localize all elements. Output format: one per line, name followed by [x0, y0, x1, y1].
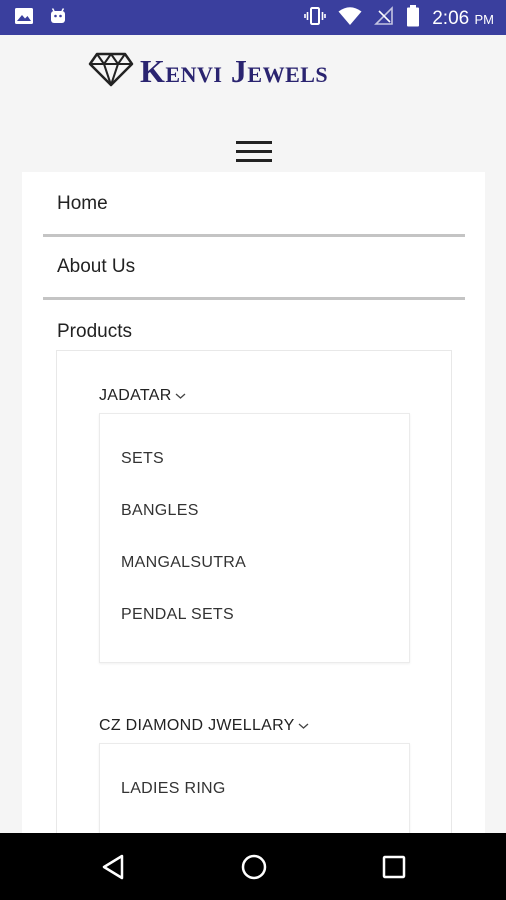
link-pendal-sets[interactable]: PENDAL SETS — [121, 606, 234, 624]
android-icon — [48, 6, 68, 31]
nav-menu: Home About Us Products JADATAR SETS BANG… — [22, 172, 485, 883]
status-ampm: PM — [474, 11, 495, 27]
site-header: Kenvi Jewels — [0, 35, 506, 175]
status-time-value: 2:06 — [432, 7, 470, 29]
no-signal-icon — [374, 6, 394, 31]
vibrate-icon — [304, 5, 327, 32]
status-time: 2:06 PM — [432, 8, 494, 30]
diamond-icon — [88, 51, 134, 92]
back-icon[interactable] — [100, 853, 126, 886]
brand-name: Kenvi Jewels — [140, 53, 329, 89]
link-bangles[interactable]: BANGLES — [121, 502, 199, 520]
category-heading-label: CZ DIAMOND JWELLARY — [99, 717, 295, 734]
category-jadatar-list: SETS BANGLES MANGALSUTRA PENDAL SETS — [99, 413, 410, 663]
image-icon — [14, 6, 34, 31]
nav-item-about-us[interactable]: About Us — [43, 237, 465, 300]
wifi-icon — [338, 6, 362, 31]
status-bar: 2:06 PM — [0, 0, 506, 35]
recents-icon[interactable] — [381, 853, 407, 886]
home-icon[interactable] — [240, 853, 268, 886]
category-jadatar[interactable]: JADATAR — [99, 387, 186, 405]
link-sets[interactable]: SETS — [121, 450, 164, 468]
chevron-down-icon — [298, 717, 309, 735]
hamburger-menu-icon[interactable] — [236, 139, 272, 165]
system-nav-bar — [0, 833, 506, 900]
nav-item-home[interactable]: Home — [43, 174, 465, 237]
link-ladies-ring[interactable]: LADIES RING — [121, 780, 226, 798]
brand-logo[interactable]: Kenvi Jewels — [88, 51, 328, 92]
category-cz-diamond-jwellary[interactable]: CZ DIAMOND JWELLARY — [99, 717, 309, 735]
battery-icon — [406, 5, 420, 32]
link-mangalsutra[interactable]: MANGALSUTRA — [121, 554, 246, 572]
products-submenu: JADATAR SETS BANGLES MANGALSUTRA PENDAL … — [56, 350, 452, 883]
chevron-down-icon — [175, 387, 186, 405]
category-heading-label: JADATAR — [99, 387, 172, 404]
